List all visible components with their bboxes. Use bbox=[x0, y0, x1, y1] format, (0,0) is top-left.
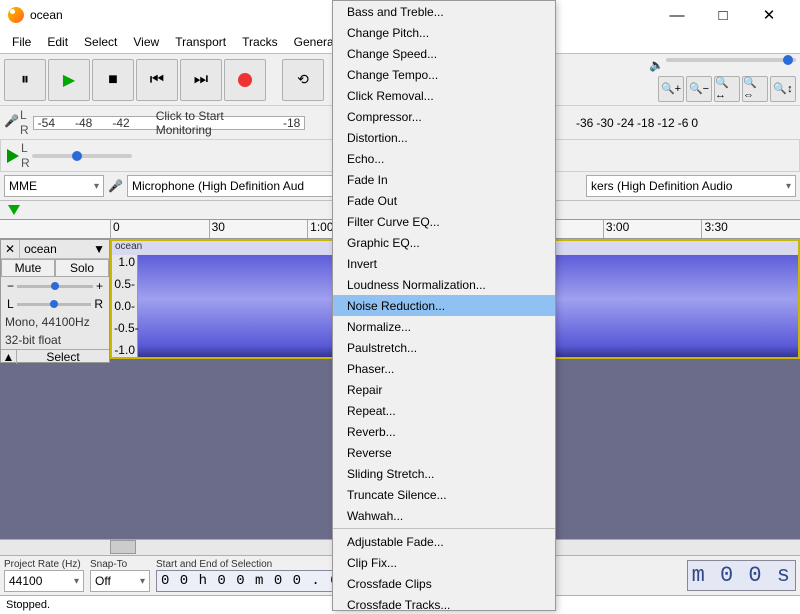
solo-button[interactable]: Solo bbox=[55, 259, 109, 277]
effect-item[interactable]: Noise Reduction... bbox=[333, 295, 555, 316]
gain-slider[interactable]: −+ bbox=[1, 277, 109, 295]
effect-item[interactable]: Loudness Normalization... bbox=[333, 274, 555, 295]
effect-item[interactable]: Phaser... bbox=[333, 358, 555, 379]
mic-device-icon: 🎤 bbox=[108, 179, 123, 193]
effect-item[interactable]: Crossfade Tracks... bbox=[333, 594, 555, 611]
skip-start-button[interactable]: ⏮ bbox=[136, 59, 178, 101]
effect-item[interactable]: Echo... bbox=[333, 148, 555, 169]
snap-to-combo[interactable]: Off bbox=[90, 570, 150, 592]
mute-button[interactable]: Mute bbox=[1, 259, 55, 277]
window-title: ocean bbox=[30, 8, 63, 22]
zoom-toggle-button[interactable]: 🔍↕ bbox=[770, 76, 796, 102]
menu-edit[interactable]: Edit bbox=[39, 32, 76, 52]
effect-item[interactable]: Change Speed... bbox=[333, 43, 555, 64]
audio-position-time[interactable]: m 0 0 s bbox=[687, 560, 796, 591]
host-combo[interactable]: MME bbox=[4, 175, 104, 197]
record-meter[interactable]: -54-48-42 Click to Start Monitoring -18 bbox=[33, 116, 306, 130]
snap-to-label: Snap-To bbox=[90, 559, 150, 570]
play-button[interactable]: ▶ bbox=[48, 59, 90, 101]
speaker-icon: 🔈 bbox=[649, 58, 664, 72]
effect-item[interactable]: Wahwah... bbox=[333, 505, 555, 526]
effect-menu: Bass and Treble...Change Pitch...Change … bbox=[332, 0, 556, 611]
effect-item[interactable]: Crossfade Clips bbox=[333, 573, 555, 594]
effect-item[interactable]: Filter Curve EQ... bbox=[333, 211, 555, 232]
input-combo[interactable]: Microphone (High Definition Aud bbox=[127, 175, 365, 197]
effect-item[interactable]: Repair bbox=[333, 379, 555, 400]
effect-item[interactable]: Paulstretch... bbox=[333, 337, 555, 358]
amplitude-scale: 1.00.5-0.0--0.5--1.0 bbox=[112, 255, 138, 357]
menu-view[interactable]: View bbox=[125, 32, 167, 52]
zoom-out-button[interactable]: 🔍− bbox=[686, 76, 712, 102]
play-triangle-icon bbox=[7, 149, 19, 163]
effect-item[interactable]: Normalize... bbox=[333, 316, 555, 337]
effect-item[interactable]: Compressor... bbox=[333, 106, 555, 127]
track-close-button[interactable]: ✕ bbox=[1, 240, 20, 258]
track-bitdepth-label: 32-bit float bbox=[1, 331, 109, 349]
effect-item[interactable]: Invert bbox=[333, 253, 555, 274]
maximize-button[interactable]: □ bbox=[700, 0, 746, 30]
record-button[interactable] bbox=[224, 59, 266, 101]
effect-item[interactable]: Reverse bbox=[333, 442, 555, 463]
mic-icon: 🎤 bbox=[4, 114, 16, 132]
app-logo bbox=[8, 7, 24, 23]
project-rate-label: Project Rate (Hz) bbox=[4, 559, 84, 570]
menu-tracks[interactable]: Tracks bbox=[234, 32, 286, 52]
effect-item[interactable]: Fade Out bbox=[333, 190, 555, 211]
play-head-pin[interactable] bbox=[8, 205, 20, 215]
pan-slider[interactable]: LR bbox=[1, 295, 109, 313]
track-select-button[interactable]: Select bbox=[17, 350, 109, 364]
output-combo[interactable]: kers (High Definition Audio bbox=[586, 175, 796, 197]
track-name-label: ocean bbox=[20, 240, 61, 258]
zoom-fit-button[interactable]: 🔍⇔ bbox=[742, 76, 768, 102]
effect-item[interactable]: Distortion... bbox=[333, 127, 555, 148]
pause-button[interactable]: ⏸ bbox=[4, 59, 46, 101]
effect-item[interactable]: Bass and Treble... bbox=[333, 1, 555, 22]
effect-item[interactable]: Change Pitch... bbox=[333, 22, 555, 43]
effect-item[interactable]: Click Removal... bbox=[333, 85, 555, 106]
effect-item[interactable]: Change Tempo... bbox=[333, 64, 555, 85]
effect-item[interactable]: Adjustable Fade... bbox=[333, 531, 555, 552]
zoom-in-button[interactable]: 🔍+ bbox=[658, 76, 684, 102]
effect-item[interactable]: Repeat... bbox=[333, 400, 555, 421]
stop-button[interactable]: ■ bbox=[92, 59, 134, 101]
track-panel: ✕ ocean ▼ Mute Solo −+ LR Mono, 44100Hz … bbox=[0, 239, 110, 363]
minimize-button[interactable]: ― bbox=[654, 0, 700, 30]
close-button[interactable]: ✕ bbox=[746, 0, 792, 30]
track-format-label: Mono, 44100Hz bbox=[1, 313, 109, 331]
zoom-sel-button[interactable]: 🔍↔ bbox=[714, 76, 740, 102]
effect-item[interactable]: Reverb... bbox=[333, 421, 555, 442]
effect-item[interactable]: Sliding Stretch... bbox=[333, 463, 555, 484]
effect-item[interactable]: Fade In bbox=[333, 169, 555, 190]
track-menu-dropdown[interactable]: ▼ bbox=[89, 240, 109, 258]
effect-item[interactable]: Graphic EQ... bbox=[333, 232, 555, 253]
menu-select[interactable]: Select bbox=[76, 32, 125, 52]
loop-button[interactable]: ⟲ bbox=[282, 59, 324, 101]
meter-slider[interactable] bbox=[32, 154, 132, 158]
project-rate-combo[interactable]: 44100 bbox=[4, 570, 84, 592]
effect-item[interactable]: Clip Fix... bbox=[333, 552, 555, 573]
playback-slider[interactable] bbox=[666, 58, 796, 62]
menu-transport[interactable]: Transport bbox=[167, 32, 234, 52]
playback-slider-zone: 🔈 bbox=[649, 58, 796, 72]
menu-file[interactable]: File bbox=[4, 32, 39, 52]
skip-end-button[interactable]: ⏭ bbox=[180, 59, 222, 101]
effect-item[interactable]: Truncate Silence... bbox=[333, 484, 555, 505]
track-collapse-button[interactable]: ▲ bbox=[1, 350, 17, 364]
